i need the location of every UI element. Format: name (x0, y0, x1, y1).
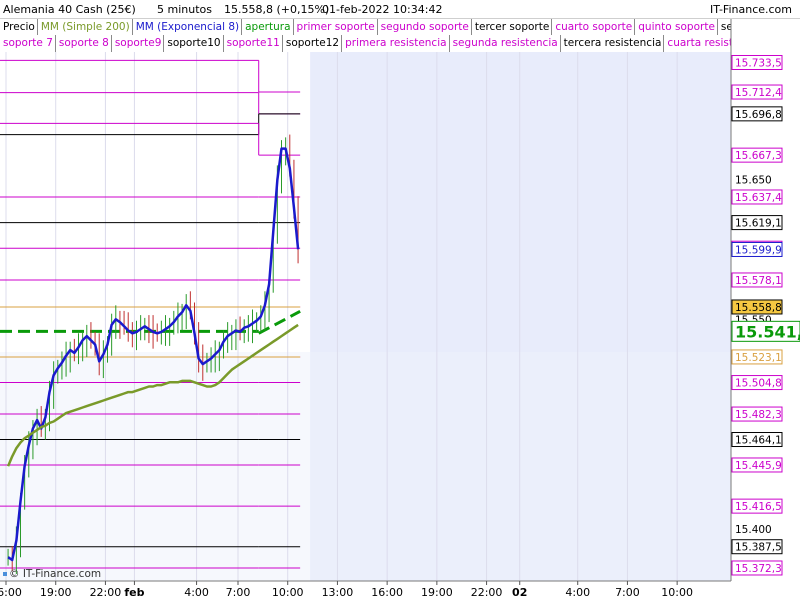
watermark: © IT-Finance.com (3, 568, 101, 580)
price-label: 15.400 (735, 524, 772, 536)
price-label: 15.482,3 (735, 409, 782, 421)
x-tick-label: 22:00 (90, 586, 122, 599)
price-label: 15.504,8 (735, 378, 782, 390)
x-tick-label: 10:00 (661, 586, 693, 599)
x-tick-label: 7:00 (226, 586, 251, 599)
price-label: 15.541,4 (735, 322, 800, 341)
x-tick-label: 10:00 (272, 586, 304, 599)
x-tick-label: 16:00 (371, 586, 403, 599)
price-label: 15.387,5 (735, 542, 782, 554)
price-label: 15.372,3 (735, 563, 782, 575)
price-label: 15.619,1 (735, 218, 782, 230)
price-chart[interactable]: 16:0019:0022:00feb4:007:0010:0013:0016:0… (0, 0, 800, 600)
x-tick-label: 4:00 (565, 586, 590, 599)
x-tick-label: feb (124, 586, 144, 599)
watermark-text: © IT-Finance.com (9, 568, 102, 580)
x-tick-label: 13:00 (322, 586, 354, 599)
price-label: 15.523,1 (735, 352, 782, 364)
price-label: 15.464,1 (735, 435, 782, 447)
price-label: 15.558,8 (735, 302, 782, 314)
price-label: 15.599,9 (735, 244, 782, 256)
price-label: 15.712,4 (735, 87, 782, 99)
price-label: 15.667,3 (735, 150, 782, 162)
price-label: 15.637,4 (735, 192, 782, 204)
x-tick-label: 19:00 (40, 586, 72, 599)
price-label: 15.650 (735, 174, 772, 186)
x-tick-label: 19:00 (421, 586, 453, 599)
x-tick-label: 16:00 (0, 586, 22, 599)
x-tick-label: 02 (512, 586, 527, 599)
logo-icon (3, 572, 7, 576)
price-label: 15.733,5 (735, 57, 782, 69)
price-label: 15.416,5 (735, 501, 782, 513)
price-label: 15.445,9 (735, 460, 782, 472)
price-label: 15.578,1 (735, 275, 782, 287)
price-label: 15.696,8 (735, 109, 782, 121)
x-tick-label: 4:00 (184, 586, 209, 599)
x-tick-label: 22:00 (471, 586, 503, 599)
x-tick-label: 7:00 (615, 586, 640, 599)
